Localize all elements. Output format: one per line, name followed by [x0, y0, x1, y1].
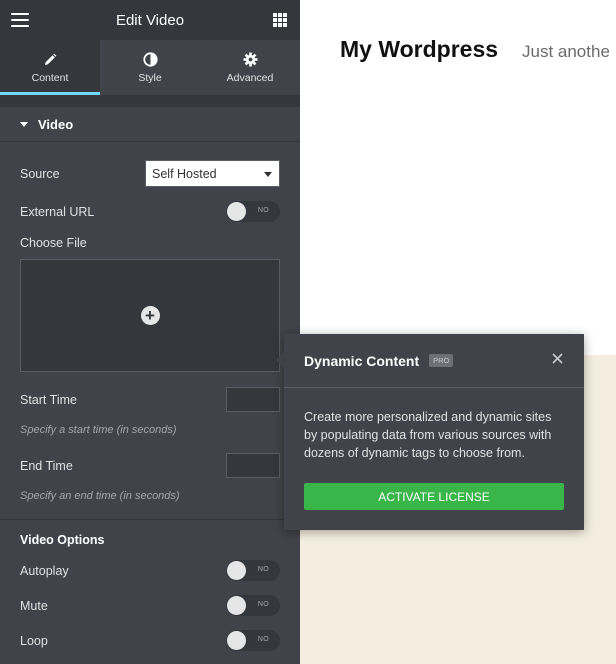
activate-license-button[interactable]: ACTIVATE LICENSE	[304, 483, 564, 510]
pencil-icon	[42, 52, 58, 68]
toggle-state-text: NO	[257, 566, 269, 573]
editor-panel: Edit Video Content Style Advanced Video …	[0, 0, 300, 664]
end-time-input[interactable]	[226, 453, 280, 478]
toggle-knob	[227, 631, 246, 650]
end-time-label: End Time	[20, 458, 73, 473]
half-circle-icon	[142, 52, 158, 68]
pro-badge: PRO	[429, 354, 454, 367]
gear-icon	[242, 52, 258, 68]
dynamic-content-popup: Dynamic Content PRO Create more personal…	[276, 334, 584, 530]
source-label: Source	[20, 166, 60, 181]
toggle-state-text: NO	[257, 636, 269, 643]
source-control: Source Self Hosted	[20, 160, 280, 187]
end-time-hint: Specify an end time (in seconds)	[20, 490, 180, 502]
start-time-hint: Specify a start time (in seconds)	[20, 424, 177, 436]
choose-file-label: Choose File	[20, 236, 87, 250]
end-time-control: End Time	[20, 453, 280, 478]
section-divider	[0, 141, 300, 142]
options-divider	[0, 519, 300, 520]
panel-title: Edit Video	[115, 11, 185, 29]
loop-label: Loop	[20, 633, 48, 648]
section-toggle-video[interactable]: Video	[0, 107, 300, 141]
toggle-state-text: NO	[257, 601, 269, 608]
popup-title: Dynamic Content	[304, 352, 420, 369]
site-tagline: Just anothe	[522, 42, 610, 61]
site-preview: My Wordpress Just anothe	[300, 0, 616, 664]
toggle-knob	[227, 202, 246, 221]
start-time-input[interactable]	[226, 387, 280, 412]
section-title: Video	[38, 116, 74, 132]
external-url-control: External URL NO	[20, 201, 280, 222]
popup-header: Dynamic Content PRO	[284, 334, 584, 388]
start-time-control: Start Time	[20, 387, 280, 412]
panel-header: Edit Video	[0, 0, 300, 40]
site-title[interactable]: My Wordpress	[340, 36, 498, 63]
external-url-label: External URL	[20, 204, 95, 219]
autoplay-label: Autoplay	[20, 563, 69, 578]
chevron-down-icon	[264, 172, 272, 177]
caret-down-icon	[20, 121, 28, 127]
start-time-label: Start Time	[20, 392, 77, 407]
toggle-knob	[227, 596, 246, 615]
loop-toggle[interactable]: NO	[226, 630, 280, 651]
toggle-knob	[227, 561, 246, 580]
mute-label: Mute	[20, 598, 48, 613]
loop-control: Loop NO	[20, 630, 280, 651]
mute-control: Mute NO	[20, 595, 280, 616]
autoplay-control: Autoplay NO	[20, 560, 280, 581]
plus-circle-icon: +	[140, 306, 160, 325]
widgets-grid-icon[interactable]	[273, 13, 287, 27]
hamburger-menu-icon[interactable]	[11, 13, 29, 27]
source-select-value: Self Hosted	[152, 166, 217, 181]
close-icon[interactable]	[551, 352, 564, 365]
tab-content-label: Content	[31, 71, 69, 84]
file-chooser[interactable]: +	[20, 259, 280, 372]
panel-tabs: Content Style Advanced	[0, 40, 300, 95]
tabs-separator	[0, 95, 300, 107]
source-select[interactable]: Self Hosted	[145, 160, 280, 187]
external-url-toggle[interactable]: NO	[226, 201, 280, 222]
tab-style[interactable]: Style	[100, 40, 200, 95]
autoplay-toggle[interactable]: NO	[226, 560, 280, 581]
mute-toggle[interactable]: NO	[226, 595, 280, 616]
tab-style-label: Style	[138, 71, 162, 84]
toggle-state-text: NO	[257, 207, 269, 214]
tab-advanced-label: Advanced	[226, 71, 274, 84]
video-options-heading: Video Options	[20, 533, 105, 547]
tab-content[interactable]: Content	[0, 40, 100, 95]
popup-body: Create more personalized and dynamic sit…	[304, 410, 552, 460]
tab-advanced[interactable]: Advanced	[200, 40, 300, 95]
